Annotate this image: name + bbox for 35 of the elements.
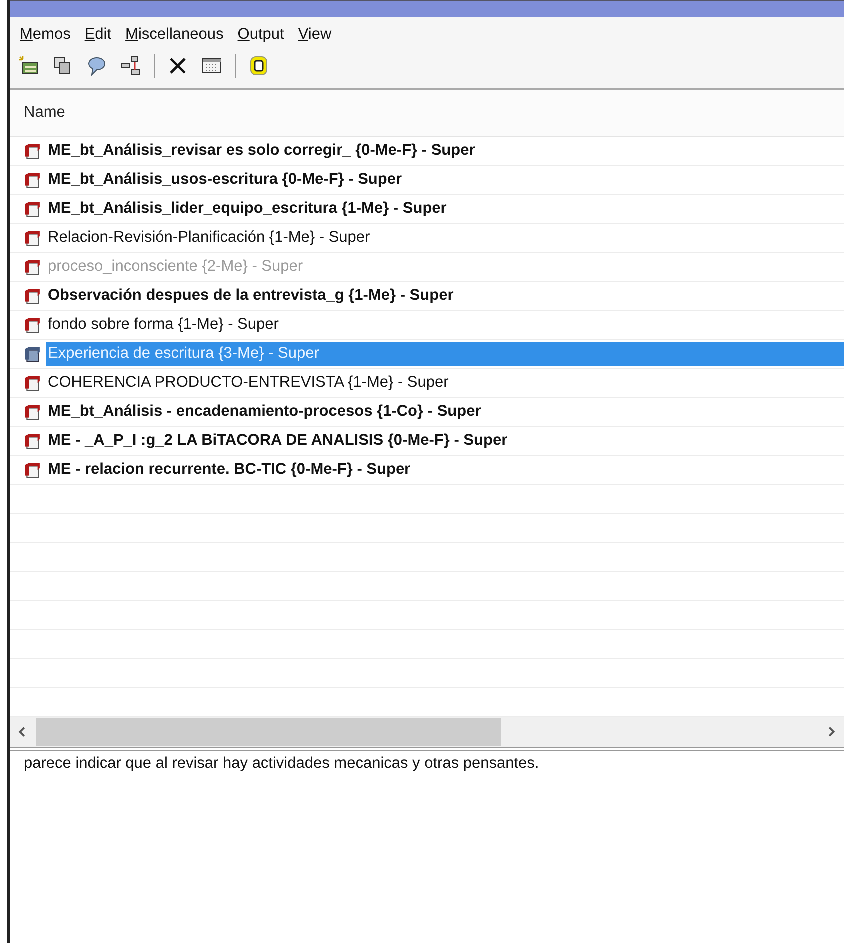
memo-item[interactable]: ME_bt_Análisis_usos-escritura {0-Me-F} - Super (46, 168, 404, 192)
memo-item[interactable]: Relacion-Revisión-Planificación {1-Me} - Super (46, 226, 372, 250)
memo-selected-icon (24, 346, 41, 362)
memo-item[interactable]: ME - _A_P_I :g_2 LA BiTACORA DE ANALISIS {0-Me-F} - Super (46, 429, 510, 453)
memo-icon (24, 374, 41, 392)
memo-icon (24, 432, 41, 450)
memo-icon (24, 462, 41, 478)
memo-item[interactable]: fondo sobre forma {1-Me} - Super (46, 313, 281, 337)
memo-icon (24, 258, 41, 276)
speech-bubble-icon[interactable] (86, 55, 108, 77)
hierarchy-icon[interactable] (120, 55, 142, 77)
column-header[interactable]: Name (24, 104, 66, 122)
memo-item[interactable]: ME - relacion recurrente. BC-TIC {0-Me-F} - Super (46, 458, 413, 482)
memo-icon (24, 316, 41, 334)
memo-item[interactable]: ME_bt_Análisis - encadenamiento-procesos {1-Co} - Super (46, 400, 484, 424)
rounded-square-icon[interactable] (248, 55, 270, 77)
menu-item[interactable]: Memos (20, 26, 71, 44)
memo-icon (24, 404, 41, 420)
memo-icon (24, 172, 41, 188)
memo-icon (24, 288, 41, 304)
memo-item[interactable]: ME_bt_Análisis_revisar es solo corregir_ {0-Me-F} - Super (46, 139, 478, 163)
memo-icon (24, 200, 41, 218)
menu-item[interactable]: View (298, 26, 332, 44)
memo-text[interactable]: parece indicar que al revisar hay actividades mecanicas y otras pensantes. (24, 755, 540, 773)
memo-item[interactable]: Observación despues de la entrevista_g {1-Me} - Super (46, 284, 456, 308)
memo-icon (24, 142, 41, 160)
menu-item[interactable]: Miscellaneous (126, 26, 224, 44)
menu-item[interactable]: Edit (84, 26, 112, 44)
menu-item[interactable]: Output (238, 26, 284, 44)
memo-icon (24, 230, 41, 246)
memo-item[interactable]: ME_bt_Análisis_lider_equipo_escritura {1-Me} - Super (46, 197, 449, 221)
memo-item[interactable]: COHERENCIA PRODUCTO-ENTREVISTA {1-Me} - Super (46, 371, 451, 395)
new-memo-icon[interactable] (18, 55, 40, 77)
scrollbar-thumb[interactable] (36, 718, 501, 746)
horizontal-scrollbar[interactable] (10, 717, 844, 747)
